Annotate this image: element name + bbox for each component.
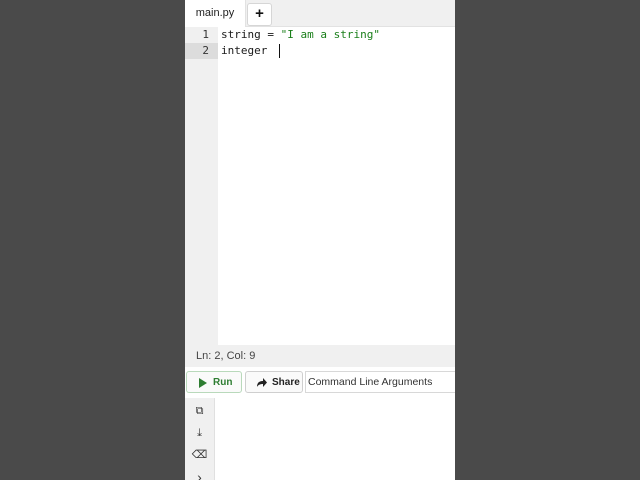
eraser-icon[interactable]: ⌫: [185, 446, 214, 464]
chevron-right-icon[interactable]: ›: [185, 468, 214, 480]
code-ide-window: main.py + 1 2 string = "I am a string" i…: [185, 0, 455, 480]
tab-main-py[interactable]: main.py: [185, 0, 246, 27]
file-tab-bar: main.py +: [185, 0, 455, 27]
run-label: Run: [213, 377, 233, 388]
code-line-2[interactable]: integer: [221, 43, 280, 59]
status-bar: Ln: 2, Col: 9: [185, 345, 455, 367]
code-text: integer: [221, 44, 274, 57]
cursor-position: Ln: 2, Col: 9: [196, 350, 256, 362]
share-button[interactable]: Share: [245, 371, 303, 393]
share-label: Share: [272, 377, 300, 388]
code-editor[interactable]: string = "I am a string" integer: [218, 27, 455, 345]
download-icon[interactable]: ⤓: [185, 424, 214, 442]
code-text: string =: [221, 28, 281, 41]
run-button[interactable]: Run: [186, 371, 242, 393]
add-file-button[interactable]: +: [247, 3, 272, 26]
line-number: 1: [202, 28, 209, 41]
code-line-1[interactable]: string = "I am a string": [221, 27, 380, 43]
line-number-active: 2: [185, 43, 218, 59]
text-cursor: [278, 44, 280, 58]
console-tool-column: ⧉ ⤓ ⌫ ›: [185, 398, 215, 480]
string-literal: "I am a string": [280, 28, 380, 41]
copy-icon[interactable]: ⧉: [185, 402, 214, 420]
command-line-arguments-input[interactable]: [305, 371, 455, 393]
run-toolbar: Run Share: [185, 367, 455, 399]
output-console[interactable]: [215, 398, 455, 480]
line-number-gutter: 1 2: [185, 27, 218, 345]
